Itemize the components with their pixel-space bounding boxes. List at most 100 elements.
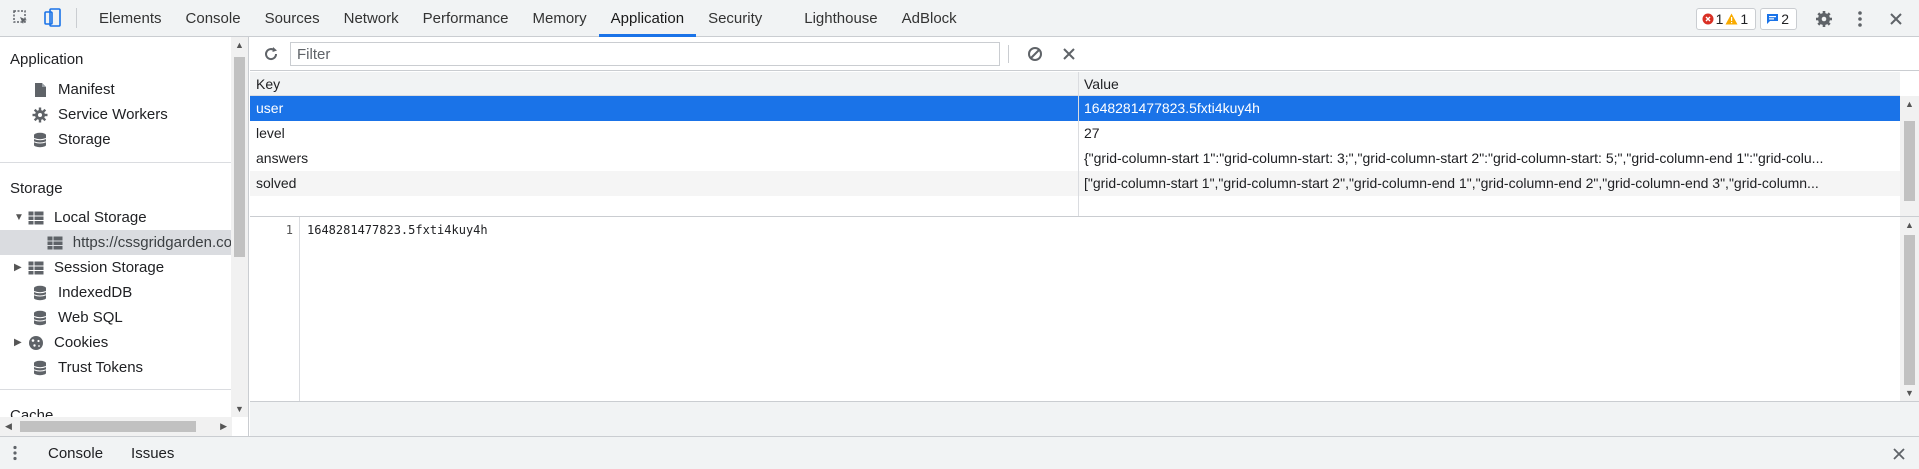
database-icon <box>30 131 50 149</box>
scroll-up-arrow-icon[interactable]: ▲ <box>235 40 244 50</box>
line-number: 1 <box>285 223 293 237</box>
sidebar-item-storage[interactable]: Storage <box>30 127 111 152</box>
preview-text[interactable]: 1648281477823.5fxti4kuy4h <box>307 223 488 237</box>
clear-all-icon[interactable] <box>1022 41 1048 67</box>
filter-input[interactable] <box>290 42 1000 66</box>
tab-elements[interactable]: Elements <box>87 0 174 37</box>
sidebar-item-label: IndexedDB <box>58 284 133 301</box>
expanded-triangle-icon[interactable]: ▼ <box>14 212 26 223</box>
scrollbar-thumb[interactable] <box>234 57 245 257</box>
close-devtools-icon[interactable] <box>1883 6 1909 32</box>
storage-panel: Key Value user 1648281477823.5fxti4kuy4h… <box>250 37 1919 436</box>
sidebar-divider <box>0 162 232 163</box>
message-count: 2 <box>1781 10 1789 27</box>
value-cell[interactable]: 27 <box>1078 121 1900 146</box>
device-toolbar-icon[interactable] <box>40 5 66 31</box>
value-cell[interactable]: {"grid-column-start 1":"grid-column-star… <box>1078 146 1900 171</box>
tab-performance[interactable]: Performance <box>411 0 521 37</box>
sidebar-item-session-storage[interactable]: ▶ Session Storage <box>14 255 164 280</box>
refresh-icon[interactable] <box>258 41 284 67</box>
scroll-left-arrow-icon[interactable]: ◀ <box>5 421 12 432</box>
tab-memory[interactable]: Memory <box>521 0 599 37</box>
line-number-gutter: 1 <box>250 217 300 401</box>
sidebar-item-web-sql[interactable]: Web SQL <box>30 305 123 330</box>
key-cell[interactable]: level <box>250 121 1078 146</box>
tab-console[interactable]: Console <box>174 0 253 37</box>
value-cell[interactable]: ["grid-column-start 1","grid-column-star… <box>1078 171 1900 196</box>
more-options-icon[interactable] <box>1847 6 1873 32</box>
scrollbar-thumb[interactable] <box>1904 121 1915 201</box>
column-header-key[interactable]: Key <box>250 72 280 96</box>
error-count: 1 <box>1715 10 1724 27</box>
settings-gear-icon[interactable] <box>1811 6 1837 32</box>
sidebar-item-manifest[interactable]: Manifest <box>30 77 115 102</box>
table-icon <box>26 259 46 277</box>
sidebar-divider <box>0 389 232 390</box>
sidebar-item-label: Service Workers <box>58 106 168 123</box>
scroll-up-arrow-icon[interactable]: ▲ <box>1905 220 1914 230</box>
scroll-up-arrow-icon[interactable]: ▲ <box>1905 99 1914 109</box>
panel-status-bar <box>250 401 1919 436</box>
delete-selected-icon[interactable] <box>1056 41 1082 67</box>
gear-icon <box>30 106 50 124</box>
scroll-down-arrow-icon[interactable]: ▼ <box>1905 388 1914 398</box>
key-cell[interactable]: answers <box>250 146 1078 171</box>
key-cell[interactable]: solved <box>250 171 1078 196</box>
tab-lighthouse[interactable]: Lighthouse <box>792 0 889 37</box>
drawer-tab-console[interactable]: Console <box>34 445 117 462</box>
table-row[interactable]: level 27 <box>250 121 1900 146</box>
scroll-down-arrow-icon[interactable]: ▼ <box>235 404 244 414</box>
sidebar-item-local-storage-origin[interactable]: https://cssgridgarden.co <box>0 230 232 255</box>
sidebar-horizontal-scrollbar[interactable]: ◀ ▶ <box>0 417 232 436</box>
collapsed-triangle-icon[interactable]: ▶ <box>14 262 26 273</box>
scroll-right-arrow-icon[interactable]: ▶ <box>220 421 227 432</box>
column-header-value[interactable]: Value <box>1078 72 1119 96</box>
messages-counter[interactable]: 2 <box>1760 7 1797 30</box>
tab-security[interactable]: Security <box>696 0 774 37</box>
sidebar-item-label: https://cssgridgarden.co <box>72 234 232 251</box>
sidebar-item-cookies[interactable]: ▶ Cookies <box>14 330 108 355</box>
scrollbar-thumb[interactable] <box>1904 235 1915 385</box>
drawer-tab-bar: Console Issues <box>0 436 1919 469</box>
tab-application[interactable]: Application <box>598 0 697 37</box>
column-divider[interactable] <box>1078 72 1079 216</box>
key-value-table: Key Value user 1648281477823.5fxti4kuy4h… <box>250 72 1919 217</box>
devtools-tab-bar: Elements Console Sources Network Perform… <box>0 0 1919 37</box>
scrollbar-thumb[interactable] <box>20 421 196 432</box>
sidebar-item-label: Manifest <box>58 81 115 98</box>
collapsed-triangle-icon[interactable]: ▶ <box>14 337 26 348</box>
inspect-element-icon[interactable] <box>8 5 34 31</box>
application-sidebar: Application Manifest Service Workers Sto… <box>0 37 249 436</box>
sidebar-item-trust-tokens[interactable]: Trust Tokens <box>30 355 143 380</box>
drawer-tab-issues[interactable]: Issues <box>117 445 188 462</box>
database-icon <box>30 359 50 377</box>
close-drawer-icon[interactable] <box>1893 447 1905 463</box>
sidebar-item-label: Cookies <box>54 334 109 351</box>
sidebar-section-storage: Storage <box>10 180 63 197</box>
devtools-window: Elements Console Sources Network Perform… <box>0 0 1919 469</box>
key-cell[interactable]: user <box>250 96 1078 121</box>
sidebar-item-indexeddb[interactable]: IndexedDB <box>30 280 132 305</box>
sidebar-item-label: Web SQL <box>58 309 123 326</box>
table-vertical-scrollbar[interactable]: ▲ <box>1900 96 1919 216</box>
tab-adblock[interactable]: AdBlock <box>890 0 969 37</box>
table-row[interactable]: answers {"grid-column-start 1":"grid-col… <box>250 146 1900 171</box>
sidebar-vertical-scrollbar[interactable]: ▲ ▼ <box>231 37 248 417</box>
tab-network[interactable]: Network <box>332 0 411 37</box>
issues-counter[interactable]: 1 1 <box>1695 7 1757 30</box>
drawer-menu-icon[interactable] <box>0 445 30 461</box>
value-cell[interactable]: 1648281477823.5fxti4kuy4h <box>1078 96 1900 121</box>
sidebar-item-label: Storage <box>58 131 111 148</box>
storage-toolbar <box>250 37 1919 71</box>
table-row[interactable]: solved ["grid-column-start 1","grid-colu… <box>250 171 1900 196</box>
table-row[interactable]: user 1648281477823.5fxti4kuy4h <box>250 96 1900 121</box>
sidebar-item-service-workers[interactable]: Service Workers <box>30 102 168 127</box>
warning-icon <box>1725 13 1738 24</box>
sidebar-item-label: Trust Tokens <box>58 359 144 376</box>
preview-vertical-scrollbar[interactable]: ▲ ▼ <box>1900 217 1919 401</box>
sidebar-section-application: Application <box>10 51 84 68</box>
tab-sources[interactable]: Sources <box>253 0 332 37</box>
database-icon <box>30 309 50 327</box>
warning-count: 1 <box>1740 10 1749 27</box>
sidebar-item-local-storage[interactable]: ▼ Local Storage <box>14 205 147 230</box>
